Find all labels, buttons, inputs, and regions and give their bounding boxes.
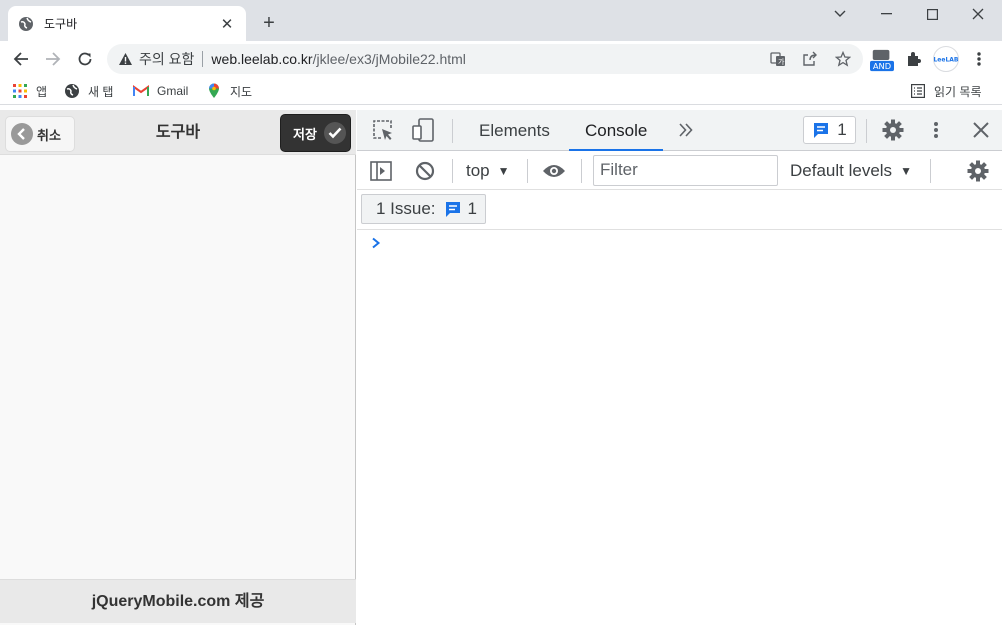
- issues-count: 1: [837, 120, 847, 139]
- toolbar-divider: [930, 159, 931, 183]
- toolbar-divider: [581, 159, 582, 183]
- kebab-menu-icon[interactable]: [922, 116, 950, 144]
- issue-message-icon: [444, 200, 462, 218]
- context-selector[interactable]: top ▼: [466, 157, 510, 185]
- tab-close-icon[interactable]: ✕: [218, 15, 236, 33]
- chevron-left-icon: [11, 123, 33, 145]
- issues-counter-button[interactable]: 1: [803, 116, 856, 144]
- context-value: top: [466, 161, 490, 180]
- filter-input[interactable]: Filter: [593, 155, 778, 186]
- new-tab-button[interactable]: +: [258, 12, 280, 34]
- bookmark-label: 새 탭: [88, 84, 114, 99]
- security-label[interactable]: 주의 요함: [139, 49, 194, 69]
- reload-icon[interactable]: [71, 45, 99, 73]
- page-footer: jQueryMobile.com 제공: [0, 579, 356, 623]
- bookmark-new-tab[interactable]: 새 탭: [64, 81, 113, 101]
- close-devtools-icon[interactable]: [967, 116, 995, 144]
- puzzle-extension-icon[interactable]: [902, 47, 926, 71]
- globe-icon: [18, 16, 34, 32]
- profile-avatar[interactable]: LeeLAB: [933, 46, 959, 72]
- console-prompt-icon[interactable]: [371, 236, 381, 254]
- devtools-tab-bar: Elements Console 1: [357, 110, 1002, 151]
- sidebar-toggle-icon[interactable]: [367, 157, 395, 185]
- reading-list-icon: [910, 83, 926, 99]
- settings-gear-icon[interactable]: [879, 116, 907, 144]
- log-levels-dropdown[interactable]: Default levels ▼: [790, 157, 912, 185]
- toolbar-divider: [452, 119, 453, 143]
- url-host: web.leelab.co.kr: [211, 51, 313, 67]
- apps-grid-icon: [12, 83, 28, 99]
- toolbar-divider: [866, 119, 867, 143]
- reading-list[interactable]: 읽기 목록: [910, 81, 982, 101]
- console-settings-gear-icon[interactable]: [964, 157, 992, 185]
- title-bar: 도구바 ✕ +: [0, 0, 1002, 41]
- toolbar-divider: [527, 159, 528, 183]
- maps-pin-icon: [206, 83, 222, 99]
- svg-text:가: 가: [778, 57, 785, 66]
- and-extension-icon[interactable]: AND: [870, 46, 894, 74]
- share-icon[interactable]: [801, 50, 819, 68]
- bookmark-gmail[interactable]: Gmail: [133, 81, 188, 101]
- star-icon[interactable]: [834, 50, 852, 68]
- bookmark-apps[interactable]: 앱: [12, 81, 47, 101]
- browser-toolbar: 주의 요함 web.leelab.co.kr/jklee/ex3/jMobile…: [0, 41, 1002, 77]
- bookmark-label: Gmail: [157, 84, 189, 98]
- maximize-icon[interactable]: [909, 0, 955, 28]
- cancel-button[interactable]: 취소: [5, 116, 75, 152]
- chevron-down-icon[interactable]: [817, 0, 863, 28]
- back-arrow-icon[interactable]: [7, 45, 35, 73]
- device-toolbar-icon[interactable]: [409, 116, 437, 144]
- omnibox-divider: [202, 51, 204, 67]
- clear-console-icon[interactable]: [411, 157, 439, 185]
- minimize-icon[interactable]: [863, 0, 909, 28]
- translate-icon[interactable]: 가: [769, 50, 787, 68]
- issues-button[interactable]: 1 Issue: 1: [361, 194, 486, 224]
- log-levels-value: Default levels: [790, 161, 893, 180]
- console-toolbar: top ▼ Filter Default levels ▼: [357, 151, 1002, 190]
- save-label: 저장: [293, 126, 317, 142]
- close-window-icon[interactable]: [955, 0, 1001, 28]
- warning-icon[interactable]: [117, 51, 133, 67]
- cancel-label: 취소: [37, 127, 61, 143]
- tab-console[interactable]: Console: [569, 110, 664, 151]
- kebab-menu-icon[interactable]: [967, 47, 991, 71]
- extension-badge: AND: [873, 61, 891, 71]
- reading-list-label: 읽기 목록: [934, 84, 982, 99]
- issue-count: 1: [467, 199, 478, 218]
- dropdown-arrow-icon: ▼: [900, 164, 912, 178]
- svg-text:LeeLAB: LeeLAB: [933, 57, 958, 64]
- more-tabs-icon[interactable]: [672, 116, 700, 144]
- page-viewport: 도구바 취소 저장 jQueryMobile.com 제공: [0, 110, 356, 625]
- toolbar-divider: [452, 159, 453, 183]
- page-header-toolbar: 도구바 취소 저장: [0, 110, 356, 155]
- bookmark-label: 앱: [36, 84, 48, 99]
- dropdown-arrow-icon: ▼: [497, 164, 510, 178]
- browser-tab[interactable]: 도구바 ✕: [8, 6, 246, 41]
- tab-elements[interactable]: Elements: [463, 110, 566, 151]
- bookmark-label: 지도: [230, 84, 253, 99]
- address-bar[interactable]: 주의 요함 web.leelab.co.kr/jklee/ex3/jMobile…: [107, 44, 863, 74]
- bookmark-maps[interactable]: 지도: [206, 81, 252, 101]
- inspect-element-icon[interactable]: [369, 116, 397, 144]
- check-icon: [323, 122, 346, 144]
- forward-arrow-icon[interactable]: [39, 45, 67, 73]
- gmail-icon: [133, 83, 149, 99]
- globe-icon: [64, 83, 80, 99]
- issues-bar: 1 Issue: 1: [357, 190, 1002, 230]
- url-text[interactable]: web.leelab.co.kr/jklee/ex3/jMobile22.htm…: [211, 51, 465, 67]
- issue-label: 1 Issue:: [376, 199, 436, 218]
- tab-title: 도구바: [44, 17, 78, 31]
- issue-message-icon: [812, 121, 830, 139]
- devtools-panel: Elements Console 1 top ▼ Filter Default …: [357, 110, 1002, 625]
- bookmarks-bar: 앱 새 탭 Gmail 지도 읽기 목록: [0, 77, 1002, 105]
- url-path: /jklee/ex3/jMobile22.html: [312, 51, 466, 67]
- eye-icon[interactable]: [540, 157, 568, 185]
- save-button[interactable]: 저장: [280, 114, 351, 152]
